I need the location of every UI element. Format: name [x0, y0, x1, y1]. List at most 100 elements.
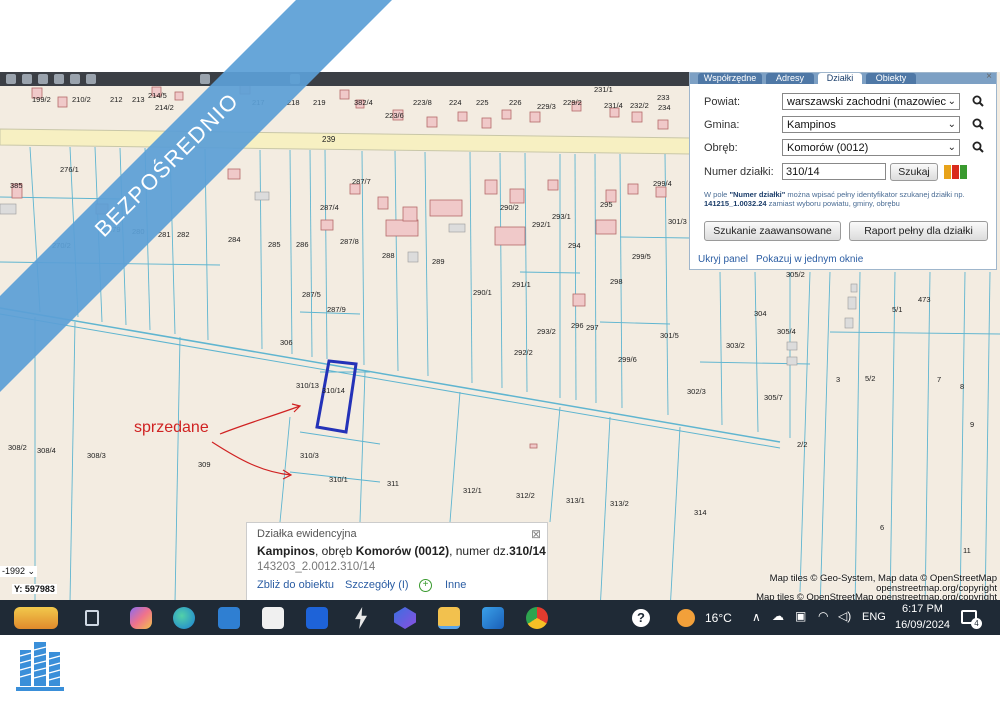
parcel-label[interactable]: 312/2 — [516, 491, 535, 500]
search-icon[interactable] — [972, 95, 984, 107]
weather-icon[interactable] — [677, 609, 695, 627]
full-report-button[interactable]: Raport pełny dla działki — [849, 221, 988, 241]
parcel-label[interactable]: 293/2 — [537, 327, 556, 336]
parcel-label[interactable]: 473 — [918, 295, 931, 304]
parcel-label[interactable]: 287/7 — [352, 177, 371, 186]
parcel-label[interactable]: 213 — [132, 95, 145, 104]
lightning-icon[interactable] — [355, 607, 367, 629]
widgets-icon[interactable] — [14, 607, 58, 629]
parcel-label[interactable]: 292/2 — [514, 348, 533, 357]
volume-icon[interactable]: ◁) — [838, 609, 851, 623]
parcel-label[interactable]: 312/1 — [463, 486, 482, 495]
parcel-label[interactable]: 385 — [10, 181, 23, 190]
parcel-label[interactable]: 309 — [198, 460, 211, 469]
task-view-icon[interactable] — [85, 610, 99, 626]
color-swatch-red[interactable] — [952, 165, 959, 179]
measure-icon[interactable] — [38, 74, 48, 84]
parcel-label[interactable]: 290/1 — [473, 288, 492, 297]
parcel-label[interactable]: 290/2 — [500, 203, 519, 212]
search-icon[interactable] — [972, 141, 984, 153]
parcel-label[interactable]: 306 — [280, 338, 293, 347]
print-icon[interactable] — [6, 74, 16, 84]
tab-objects[interactable]: Obiekty — [866, 73, 916, 84]
parcel-label[interactable]: 305/7 — [764, 393, 783, 402]
parcel-label[interactable]: 297 — [586, 323, 599, 332]
parcel-label[interactable]: 313/2 — [610, 499, 629, 508]
parcel-label[interactable]: 310/3 — [300, 451, 319, 460]
parcel-label[interactable]: 5/1 — [892, 305, 902, 314]
parcel-label[interactable]: 299/4 — [653, 179, 672, 188]
parcel-label[interactable]: 214/5 — [148, 91, 167, 100]
weather-temp[interactable]: 16°C — [705, 611, 732, 625]
gmina-select[interactable]: Kampinos ⌄ — [782, 116, 960, 133]
zoom-icon[interactable] — [86, 74, 96, 84]
parcel-label[interactable]: 231/4 — [604, 101, 623, 110]
parcel-label[interactable]: 225 — [476, 98, 489, 107]
clock-time[interactable]: 6:17 PM — [902, 603, 943, 615]
parcel-label[interactable]: 305/2 — [786, 270, 805, 279]
tab-parcels[interactable]: Działki — [818, 73, 862, 84]
share-icon[interactable] — [290, 74, 300, 84]
camera-icon[interactable]: ▣ — [795, 609, 806, 623]
parcel-label[interactable]: 214/2 — [155, 103, 174, 112]
parcel-label[interactable]: 224 — [449, 98, 462, 107]
parcel-label[interactable]: 296 — [571, 321, 584, 330]
parcel-label[interactable]: 6 — [880, 523, 884, 532]
search-icon[interactable] — [972, 118, 984, 130]
parcel-label[interactable]: 298 — [610, 277, 623, 286]
parcel-label[interactable]: 288 — [382, 251, 395, 260]
help-icon[interactable]: ? — [632, 609, 650, 627]
parcel-label[interactable]: 223/8 — [413, 98, 432, 107]
parcel-label[interactable]: 313/1 — [566, 496, 585, 505]
obreb-select[interactable]: Komorów (0012) ⌄ — [782, 139, 960, 156]
parcel-label[interactable]: 7 — [937, 375, 941, 384]
photos-icon[interactable] — [394, 607, 416, 629]
parcel-label[interactable]: 2/2 — [797, 440, 807, 449]
chrome-icon[interactable] — [526, 607, 548, 629]
add-icon[interactable]: + — [419, 579, 432, 592]
bookmark-icon[interactable] — [54, 74, 64, 84]
parcel-label[interactable]: 308/2 — [8, 443, 27, 452]
image-icon[interactable] — [482, 607, 504, 629]
parcel-label[interactable]: 217 — [252, 98, 265, 107]
parcel-label[interactable]: 219 — [313, 98, 326, 107]
language-indicator[interactable]: ENG — [862, 611, 886, 623]
parcel-label[interactable]: 287/9 — [327, 305, 346, 314]
wifi-icon[interactable]: ◠ — [818, 609, 828, 623]
parcel-label[interactable]: 303/2 — [726, 341, 745, 350]
parcel-label[interactable]: 233 — [657, 93, 670, 102]
advanced-search-button[interactable]: Szukanie zaawansowane — [704, 221, 841, 241]
parcel-label[interactable]: 270/2 — [52, 241, 71, 250]
parcel-label[interactable]: 291/1 — [512, 280, 531, 289]
other-link[interactable]: Inne — [445, 579, 466, 591]
parcel-label[interactable]: 286 — [296, 240, 309, 249]
parcel-label[interactable]: 310/13 — [296, 381, 319, 390]
parcel-label[interactable]: 229/2 — [563, 98, 582, 107]
parcel-label[interactable]: 292/1 — [532, 220, 551, 229]
parcel-label[interactable]: 287/5 — [302, 290, 321, 299]
parcel-label[interactable]: 302/3 — [687, 387, 706, 396]
parcel-label[interactable]: 232/2 — [630, 101, 649, 110]
parcel-number-input[interactable]: 310/14 — [782, 163, 886, 180]
hide-panel-link[interactable]: Ukryj panel — [698, 254, 748, 265]
parcel-label[interactable]: 218 — [287, 98, 300, 107]
parcel-label[interactable]: 299/5 — [632, 252, 651, 261]
chevron-up-icon[interactable]: ∧ — [752, 610, 761, 624]
tab-addresses[interactable]: Adresy — [766, 73, 814, 84]
layers-icon[interactable] — [22, 74, 32, 84]
parcel-label[interactable]: 231/1 — [594, 85, 613, 94]
parcel-label[interactable]: 5/2 — [865, 374, 875, 383]
parcel-label[interactable]: 304 — [754, 309, 767, 318]
info-icon[interactable] — [70, 74, 80, 84]
parcel-label[interactable]: 382/4 — [354, 98, 373, 107]
parcel-label[interactable]: 311 — [387, 479, 399, 488]
file-explorer-icon[interactable] — [438, 607, 460, 629]
copilot-icon[interactable] — [130, 607, 152, 629]
parcel-label[interactable]: 287/8 — [340, 237, 359, 246]
parcel-label[interactable]: 199/2 — [32, 95, 51, 104]
parcel-label[interactable]: 299/6 — [618, 355, 637, 364]
parcel-label[interactable]: 212 — [110, 95, 123, 104]
parcel-label[interactable]: 284 — [228, 235, 241, 244]
parcel-label[interactable]: 295 — [600, 200, 613, 209]
parcel-label[interactable]: 314 — [694, 508, 707, 517]
